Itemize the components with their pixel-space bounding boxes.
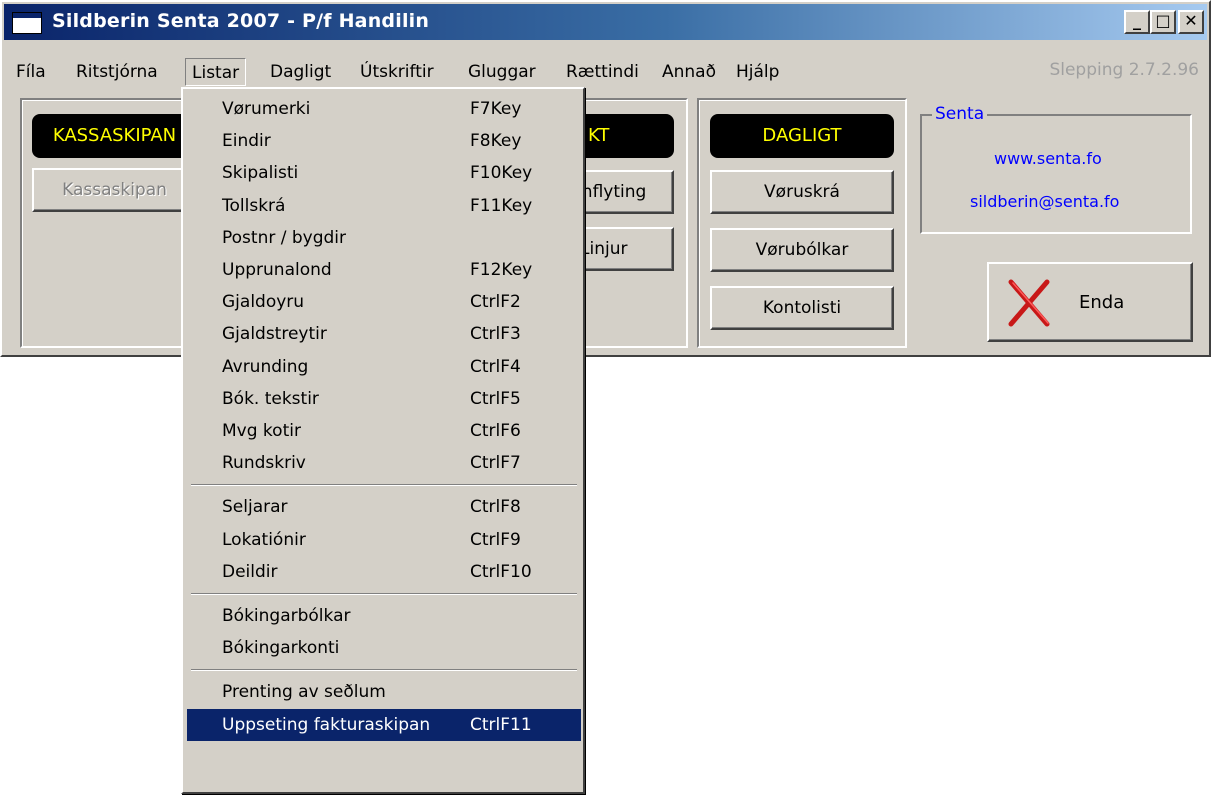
red-x-icon bbox=[1008, 279, 1050, 327]
menu-utskriftir[interactable]: Útskriftir bbox=[354, 58, 440, 86]
menu-item-label: Uppseting fakturaskipan bbox=[222, 714, 431, 735]
menu-dagligt[interactable]: Dagligt bbox=[264, 58, 337, 86]
menu-fila[interactable]: Fíla bbox=[10, 58, 52, 86]
menu-item-shortcut: CtrlF10 bbox=[470, 561, 532, 582]
menu-item-shortcut: CtrlF3 bbox=[470, 324, 521, 345]
voruskra-button[interactable]: Vøruskrá bbox=[710, 170, 894, 214]
kassaskipan-button[interactable]: Kassaskipan bbox=[32, 168, 197, 212]
kontolisti-button[interactable]: Kontolisti bbox=[710, 286, 894, 330]
menu-item[interactable]: Rundskriv CtrlF7 bbox=[187, 447, 581, 479]
menu-item-shortcut: CtrlF5 bbox=[470, 388, 521, 409]
menu-item[interactable]: Postnr / bygdir bbox=[187, 222, 581, 254]
menu-raettindi[interactable]: Rættindi bbox=[560, 58, 645, 86]
menu-item-label: Rundskriv bbox=[222, 453, 306, 474]
menu-item-label: Bókingarkonti bbox=[222, 638, 340, 659]
menu-gluggar[interactable]: Gluggar bbox=[462, 58, 542, 86]
menu-item-label: Bókingarbólkar bbox=[222, 606, 351, 626]
app-window-icon[interactable] bbox=[12, 12, 42, 34]
menu-item-label: Bók. tekstir bbox=[222, 388, 319, 409]
menu-item[interactable]: Bókingarkonti bbox=[187, 632, 581, 664]
menu-item-label: Postnr / bygdir bbox=[222, 227, 347, 248]
menu-item-label: Eindir bbox=[222, 131, 271, 152]
menu-bar: Fíla Ritstjórna Listar Dagligt Útskrifti… bbox=[4, 54, 1204, 86]
close-button[interactable]: ✕ bbox=[1178, 10, 1204, 34]
menu-item-shortcut: CtrlF7 bbox=[470, 453, 521, 474]
version-label: Slepping 2.7.2.96 bbox=[1049, 60, 1199, 80]
menu-item[interactable]: Tollskrá F11Key bbox=[187, 190, 581, 222]
menu-separator bbox=[191, 484, 577, 487]
menu-item-shortcut: CtrlF4 bbox=[470, 356, 521, 377]
menu-item-label: Upprunalond bbox=[222, 260, 332, 280]
menu-item-shortcut: CtrlF11 bbox=[470, 714, 532, 735]
vorubolkar-button[interactable]: Vørubólkar bbox=[710, 228, 894, 272]
menu-item[interactable]: Mvg kotir CtrlF6 bbox=[187, 415, 581, 447]
menu-item-label: Avrunding bbox=[222, 356, 309, 377]
menu-item-label: Gjaldstreytir bbox=[222, 324, 327, 345]
minimize-button[interactable]: _ bbox=[1124, 10, 1150, 34]
menu-item[interactable]: Bók. tekstir CtrlF5 bbox=[187, 383, 581, 415]
menu-item-shortcut: CtrlF9 bbox=[470, 529, 521, 550]
menu-hjalp[interactable]: Hjálp bbox=[730, 58, 785, 86]
menu-listar[interactable]: Listar bbox=[185, 58, 247, 86]
enda-label: Enda bbox=[1079, 292, 1125, 313]
menu-item-shortcut: F10Key bbox=[470, 163, 533, 184]
menu-item-label: Tollskrá bbox=[222, 195, 286, 216]
window-title: Sildberin Senta 2007 - P/f Handilin bbox=[52, 10, 430, 32]
menu-item[interactable]: Gjaldstreytir CtrlF3 bbox=[187, 318, 581, 350]
menu-item-label: Prenting av seðlum bbox=[222, 682, 386, 703]
kassaskipan-banner: KASSASKIPAN bbox=[32, 114, 197, 158]
menu-item[interactable]: Skipalisti F10Key bbox=[187, 157, 581, 189]
menu-item[interactable]: Deildir CtrlF10 bbox=[187, 556, 581, 588]
menu-item-shortcut: CtrlF8 bbox=[470, 497, 521, 518]
menu-item[interactable]: Vørumerki F7Key bbox=[187, 93, 581, 125]
menu-item-shortcut: F12Key bbox=[470, 260, 533, 280]
menu-item-shortcut: CtrlF6 bbox=[470, 421, 521, 441]
menu-item-label: Mvg kotir bbox=[222, 421, 301, 441]
menu-item-label: Seljarar bbox=[222, 497, 288, 518]
maximize-button[interactable]: □ bbox=[1150, 10, 1176, 34]
menu-item-shortcut: F7Key bbox=[470, 99, 522, 119]
senta-group bbox=[920, 114, 1192, 234]
menu-item-label: Skipalisti bbox=[222, 163, 299, 184]
menu-separator bbox=[191, 593, 577, 595]
menu-separator bbox=[191, 669, 577, 672]
enda-button[interactable]: Enda bbox=[987, 262, 1193, 342]
title-bar[interactable]: Sildberin Senta 2007 - P/f Handilin _ □ … bbox=[4, 4, 1207, 40]
menu-item[interactable]: Uppseting fakturaskipan CtrlF11 bbox=[187, 708, 581, 741]
menu-item-shortcut: F11Key bbox=[470, 195, 533, 216]
menu-item[interactable]: Avrunding CtrlF4 bbox=[187, 351, 581, 383]
menu-item[interactable]: Gjaldoyru CtrlF2 bbox=[187, 286, 581, 318]
menu-item-shortcut: CtrlF2 bbox=[470, 292, 521, 313]
listar-dropdown-menu: Vørumerki F7Key Eindir F8Key Skipalisti F10Ke… bbox=[181, 87, 585, 794]
menu-item[interactable]: Eindir F8Key bbox=[187, 125, 581, 157]
menu-item-label: Vørumerki bbox=[222, 99, 311, 119]
menu-item[interactable]: Prenting av seðlum bbox=[187, 676, 581, 708]
menu-item[interactable]: Lokatiónir CtrlF9 bbox=[187, 524, 581, 556]
menu-item[interactable]: Bókingarbólkar bbox=[187, 600, 581, 632]
menu-ritstjorna[interactable]: Ritstjórna bbox=[70, 58, 164, 86]
email-link[interactable]: sildberin@senta.fo bbox=[970, 192, 1119, 211]
menu-item-label: Lokatiónir bbox=[222, 529, 306, 550]
menu-item[interactable]: Seljarar CtrlF8 bbox=[187, 491, 581, 523]
website-link[interactable]: www.senta.fo bbox=[994, 149, 1102, 168]
menu-item[interactable]: Upprunalond F12Key bbox=[187, 254, 581, 286]
menu-item-label: Gjaldoyru bbox=[222, 292, 305, 313]
dagligt-banner: DAGLIGT bbox=[710, 114, 894, 158]
menu-item-label: Deildir bbox=[222, 561, 278, 582]
senta-legend: Senta bbox=[932, 104, 988, 124]
menu-annad[interactable]: Annað bbox=[656, 58, 722, 86]
menu-item-shortcut: F8Key bbox=[470, 131, 522, 152]
